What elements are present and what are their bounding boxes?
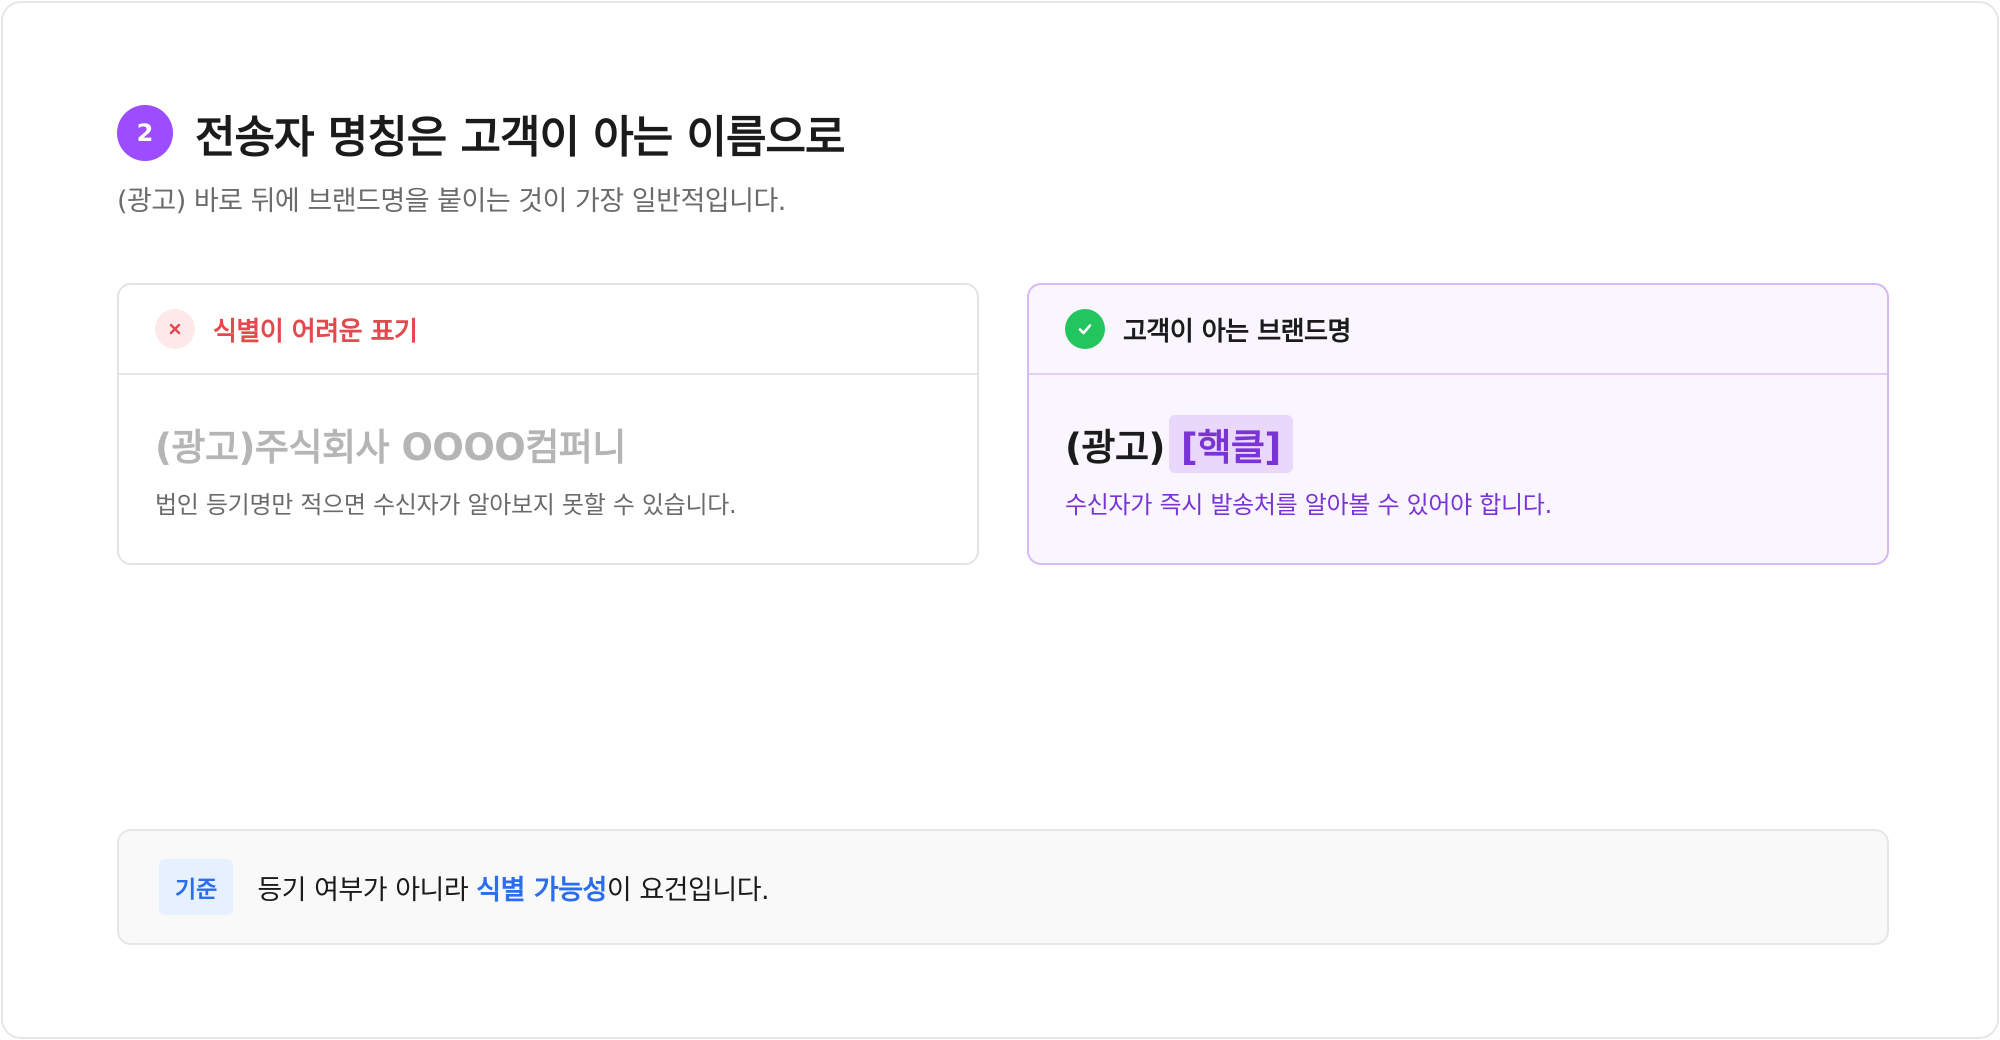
bad-example-description: 법인 등기명만 적으면 수신자가 알아보지 못할 수 있습니다. bbox=[155, 491, 737, 519]
ad-prefix: (광고) bbox=[1065, 426, 1165, 469]
close-icon bbox=[155, 309, 195, 349]
criteria-text-before: 등기 여부가 아니라 bbox=[257, 874, 477, 906]
bad-example-body: (광고)주식회사 OOOO컴퍼니 법인 등기명만 적으면 수신자가 알아보지 못… bbox=[119, 375, 977, 520]
criteria-tag: 기준 bbox=[159, 859, 234, 915]
good-example-text: (광고) [핵클] bbox=[1065, 415, 1887, 473]
check-icon bbox=[1065, 309, 1105, 349]
content-frame: 2 전송자 명칭은 고객이 아는 이름으로 (광고) 바로 뒤에 브랜드명을 붙… bbox=[1, 1, 1999, 1039]
criteria-text-after: 이 요건입니다. bbox=[606, 874, 770, 906]
bad-example-card: 식별이 어려운 표기 (광고)주식회사 OOOO컴퍼니 법인 등기명만 적으면 … bbox=[117, 283, 979, 565]
bad-example-label: 식별이 어려운 표기 bbox=[213, 316, 418, 347]
good-example-label: 고객이 아는 브랜드명 bbox=[1123, 316, 1351, 347]
criteria-box: 기준 등기 여부가 아니라 식별 가능성이 요건입니다. bbox=[117, 829, 1889, 945]
step-number-badge: 2 bbox=[117, 105, 173, 161]
good-example-header: 고객이 아는 브랜드명 bbox=[1029, 285, 1887, 375]
criteria-text: 등기 여부가 아니라 식별 가능성이 요건입니다. bbox=[257, 868, 769, 907]
brand-name-highlight: [핵클] bbox=[1168, 415, 1293, 473]
good-example-body: (광고) [핵클] 수신자가 즉시 발송처를 알아볼 수 있어야 합니다. bbox=[1029, 375, 1887, 520]
section-header: 2 전송자 명칭은 고객이 아는 이름으로 bbox=[117, 101, 845, 165]
section-subtitle: (광고) 바로 뒤에 브랜드명을 붙이는 것이 가장 일반적입니다. bbox=[117, 186, 786, 217]
good-example-description: 수신자가 즉시 발송처를 알아볼 수 있어야 합니다. bbox=[1065, 491, 1552, 519]
criteria-emphasis: 식별 가능성 bbox=[476, 874, 607, 906]
bad-example-header: 식별이 어려운 표기 bbox=[119, 285, 977, 375]
bad-example-text: (광고)주식회사 OOOO컴퍼니 bbox=[155, 426, 626, 469]
section-title: 전송자 명칭은 고객이 아는 이름으로 bbox=[195, 112, 845, 163]
good-example-card: 고객이 아는 브랜드명 (광고) [핵클] 수신자가 즉시 발송처를 알아볼 수… bbox=[1027, 283, 1889, 565]
